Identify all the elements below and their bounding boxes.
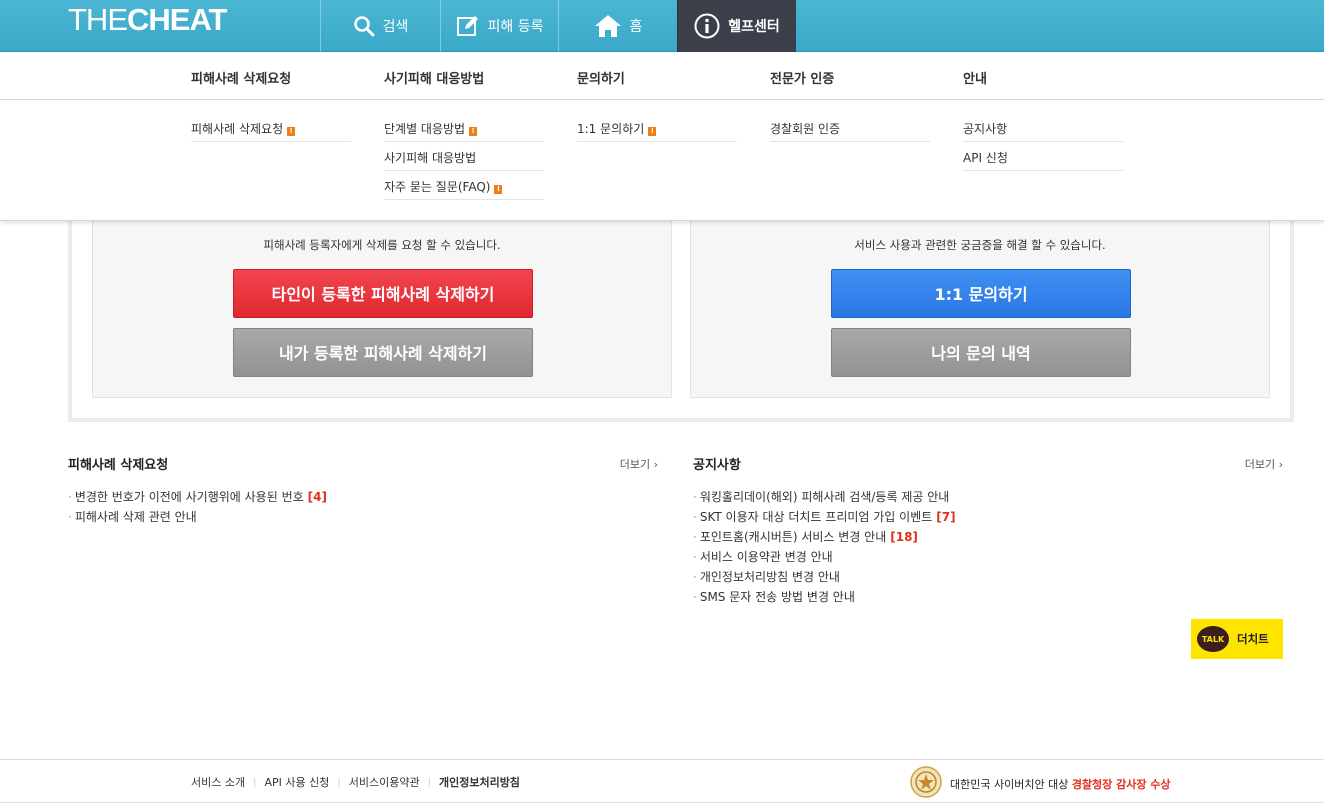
list-item[interactable]: · 피해사례 삭제 관련 안내 xyxy=(68,507,658,527)
footer-link-about[interactable]: 서비스 소개 xyxy=(191,774,245,790)
comment-count: [4] xyxy=(307,490,327,504)
more-link[interactable]: 더보기 › xyxy=(1245,456,1283,472)
section-title: 피해사례 삭제요청 xyxy=(68,458,169,473)
footer: 서비스 소개 | API 사용 신청 | 서비스이용약관 | 개인정보처리방침 … xyxy=(0,759,1324,803)
search-icon xyxy=(353,15,375,37)
police-emblem-icon xyxy=(910,766,942,801)
list-item[interactable]: · 변경한 번호가 이전에 사기행위에 사용된 번호 [4] xyxy=(68,487,658,507)
menu-heading[interactable]: 안내 xyxy=(963,68,987,87)
alert-badge-icon: ! xyxy=(648,127,657,136)
nav-help-label: 헬프센터 xyxy=(728,19,780,35)
top-bar: THECHEAT 검색 피해 등록 홈 헬프센터 xyxy=(0,0,1324,52)
menu-item[interactable]: 자주 묻는 질문(FAQ)! xyxy=(384,171,544,200)
award-text: 대한민국 사이버치안 대상 경찰청장 감사장 수상 xyxy=(950,777,1171,791)
site-logo[interactable]: THECHEAT xyxy=(68,2,227,38)
nav-help[interactable]: 헬프센터 xyxy=(677,0,796,52)
edit-icon xyxy=(456,14,480,38)
my-inquiries-button[interactable]: 나의 문의 내역 xyxy=(831,328,1131,377)
award-notice: 대한민국 사이버치안 대상 경찰청장 감사장 수상 xyxy=(910,766,1171,801)
kakaotalk-channel-button[interactable]: TALK 더치트 xyxy=(1191,619,1283,659)
delete-my-report-button[interactable]: 내가 등록한 피해사례 삭제하기 xyxy=(233,328,533,377)
kakaotalk-icon: TALK xyxy=(1197,626,1229,652)
list-item[interactable]: · SKT 이용자 대상 더치트 프리미엄 가입 이벤트 [7] xyxy=(693,507,1283,527)
nav-register[interactable]: 피해 등록 xyxy=(440,0,558,52)
list-item[interactable]: · 서비스 이용약관 변경 안내 xyxy=(693,547,1283,567)
menu-item[interactable]: 공지사항 xyxy=(963,113,1123,142)
inquiry-panel-desc: 서비스 사용과 관련한 궁금증을 해결 할 수 있습니다. xyxy=(854,238,1106,252)
comment-count: [18] xyxy=(890,530,918,544)
alert-badge-icon: ! xyxy=(469,127,478,136)
inquiry-panel: 서비스 사용과 관련한 궁금증을 해결 할 수 있습니다. 1:1 문의하기 나… xyxy=(690,200,1270,398)
help-panels: 피해사례 등록자에게 삭제를 요청 할 수 있습니다. 타인이 등록한 피해사례… xyxy=(68,200,1294,422)
menu-heading[interactable]: 문의하기 xyxy=(577,68,625,87)
main-nav: 검색 피해 등록 홈 헬프센터 xyxy=(320,0,796,52)
footer-link-terms[interactable]: 서비스이용약관 xyxy=(349,774,420,790)
deletion-panel: 피해사례 등록자에게 삭제를 요청 할 수 있습니다. 타인이 등록한 피해사례… xyxy=(92,200,672,398)
menu-heading[interactable]: 피해사례 삭제요청 xyxy=(191,68,291,87)
list-item[interactable]: · 워킹홀리데이(해외) 피해사례 검색/등록 제공 안내 xyxy=(693,487,1283,507)
deletion-request-section: 피해사례 삭제요청 더보기 › · 변경한 번호가 이전에 사기행위에 사용된 번… xyxy=(68,454,658,527)
alert-badge-icon: ! xyxy=(287,127,296,136)
menu-item[interactable]: API 신청 xyxy=(963,142,1123,171)
nav-register-label: 피해 등록 xyxy=(487,19,544,35)
menu-heading[interactable]: 사기피해 대응방법 xyxy=(384,68,484,87)
more-link[interactable]: 더보기 › xyxy=(620,456,658,472)
delete-others-report-button[interactable]: 타인이 등록한 피해사례 삭제하기 xyxy=(233,269,533,318)
help-center-dropdown: 피해사례 삭제요청 피해사례 삭제요청! 사기피해 대응방법 단계별 대응방법!… xyxy=(0,53,1324,221)
footer-link-api[interactable]: API 사용 신청 xyxy=(264,774,329,790)
list-item[interactable]: · 개인정보처리방침 변경 안내 xyxy=(693,567,1283,587)
nav-home[interactable]: 홈 xyxy=(558,0,677,52)
footer-links: 서비스 소개 | API 사용 신청 | 서비스이용약관 | 개인정보처리방침 xyxy=(191,774,520,790)
menu-item[interactable]: 사기피해 대응방법 xyxy=(384,142,544,171)
nav-search[interactable]: 검색 xyxy=(320,0,440,52)
home-icon xyxy=(594,14,622,38)
menu-item[interactable]: 경찰회원 인증 xyxy=(770,113,930,142)
one-to-one-inquiry-button[interactable]: 1:1 문의하기 xyxy=(831,269,1131,318)
menu-item[interactable]: 단계별 대응방법! xyxy=(384,113,544,142)
alert-badge-icon: ! xyxy=(494,185,503,194)
info-icon xyxy=(694,13,720,39)
footer-link-privacy[interactable]: 개인정보처리방침 xyxy=(439,774,520,790)
list-item[interactable]: · 포인트홈(캐시버튼) 서비스 변경 안내 [18] xyxy=(693,527,1283,547)
nav-search-label: 검색 xyxy=(382,19,409,35)
notices-section: 공지사항 더보기 › · 워킹홀리데이(해외) 피해사례 검색/등록 제공 안내 … xyxy=(693,454,1283,607)
menu-heading[interactable]: 전문가 인증 xyxy=(770,68,834,87)
comment-count: [7] xyxy=(936,510,956,524)
menu-item[interactable]: 피해사례 삭제요청! xyxy=(191,113,351,142)
menu-item[interactable]: 1:1 문의하기! xyxy=(577,113,737,142)
section-title: 공지사항 xyxy=(693,458,741,473)
kakaotalk-label: 더치트 xyxy=(1237,632,1269,646)
nav-home-label: 홈 xyxy=(629,19,643,35)
deletion-panel-desc: 피해사례 등록자에게 삭제를 요청 할 수 있습니다. xyxy=(263,238,501,252)
list-item[interactable]: · SMS 문자 전송 방법 변경 안내 xyxy=(693,587,1283,607)
